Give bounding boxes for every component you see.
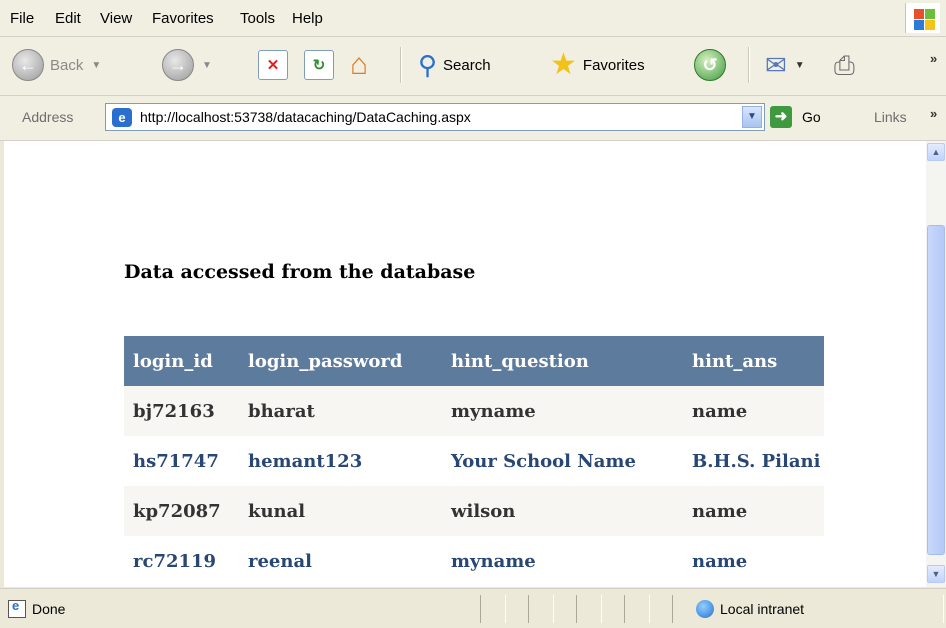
cell-hint-question: Your School Name — [442, 436, 683, 486]
column-header-login-id: login_id — [124, 336, 239, 386]
print-button[interactable]: ⎙ — [834, 45, 855, 85]
mail-icon: ✉ — [765, 50, 787, 80]
search-label: Search — [443, 56, 491, 74]
refresh-icon: ↻ — [304, 50, 334, 80]
table-row: hs71747 hemant123 Your School Name B.H.S… — [124, 436, 824, 486]
security-zone: Local intranet — [696, 600, 804, 618]
address-bar: Address e http://localhost:53738/datacac… — [0, 96, 946, 141]
cell-hint-question: wilson — [442, 486, 683, 536]
back-label: Back — [50, 56, 84, 74]
cell-login-password: hemant123 — [239, 436, 442, 486]
intranet-globe-icon — [696, 600, 714, 618]
home-button[interactable]: ⌂ — [350, 45, 368, 85]
table-row: kp72087 kunal wilson name — [124, 486, 824, 536]
grid-header-row: login_id login_password hint_question hi… — [124, 336, 824, 386]
cell-hint-ans: name — [683, 386, 824, 436]
cell-hint-question: myname — [442, 536, 683, 586]
page-content: Data accessed from the database login_id… — [4, 141, 926, 587]
mail-dropdown-icon[interactable]: ▼ — [795, 60, 805, 71]
stop-icon: ✕ — [258, 50, 288, 80]
go-arrow-icon: ➜ — [770, 106, 792, 128]
ie-page-icon: e — [112, 108, 132, 127]
menu-file[interactable]: File — [10, 10, 34, 27]
forward-dropdown-icon[interactable]: ▼ — [202, 60, 212, 71]
status-done: Done — [8, 598, 66, 618]
history-button[interactable]: ↺ — [694, 45, 726, 85]
cell-login-id: rc72119 — [124, 536, 239, 586]
column-header-login-password: login_password — [239, 336, 442, 386]
magnifier-icon: ⚲ — [418, 50, 438, 80]
zone-text: Local intranet — [720, 601, 805, 617]
cell-hint-ans: name — [683, 536, 824, 586]
address-dropdown-icon[interactable]: ▼ — [742, 106, 762, 128]
search-button[interactable]: ⚲ Search — [418, 45, 491, 85]
address-url: http://localhost:53738/datacaching/DataC… — [140, 109, 471, 125]
cell-login-password: kunal — [239, 486, 442, 536]
scroll-down-icon[interactable]: ▼ — [927, 565, 945, 583]
windows-logo-icon — [905, 3, 940, 33]
favorites-label: Favorites — [582, 56, 645, 74]
cell-hint-question: myname — [442, 386, 683, 436]
cell-login-id: kp72087 — [124, 486, 239, 536]
toolbar-overflow-icon[interactable]: » — [930, 51, 937, 66]
cell-login-id: bj72163 — [124, 386, 239, 436]
favorites-button[interactable]: ★ Favorites — [550, 45, 645, 85]
cell-login-password: bharat — [239, 386, 442, 436]
page-heading: Data accessed from the database — [124, 261, 476, 283]
address-input[interactable]: e http://localhost:53738/datacaching/Dat… — [105, 103, 765, 131]
page-status-icon — [8, 598, 26, 618]
address-label: Address — [22, 109, 74, 125]
table-row: rc72119 reenal myname name — [124, 536, 824, 586]
links-overflow-icon[interactable]: » — [930, 106, 937, 121]
menu-help[interactable]: Help — [292, 10, 323, 27]
back-dropdown-icon[interactable]: ▼ — [91, 60, 101, 71]
back-button[interactable]: ← Back ▼ — [12, 45, 101, 85]
links-button[interactable]: Links — [874, 109, 907, 125]
cell-login-id: hs71747 — [124, 436, 239, 486]
home-icon: ⌂ — [350, 48, 369, 81]
menu-bar: File Edit View Favorites Tools Help — [0, 0, 946, 37]
stop-button[interactable]: ✕ — [258, 45, 288, 85]
menu-tools[interactable]: Tools — [240, 10, 275, 27]
scroll-thumb[interactable] — [927, 225, 945, 555]
status-bar: Done Local intranet — [0, 588, 946, 628]
cell-hint-ans: name — [683, 486, 824, 536]
menu-favorites[interactable]: Favorites — [152, 10, 214, 27]
status-text: Done — [32, 601, 66, 617]
mail-button[interactable]: ✉ ▼ — [765, 45, 805, 85]
back-arrow-icon: ← — [12, 49, 44, 81]
table-row: bj72163 bharat myname name — [124, 386, 824, 436]
go-button[interactable]: ➜ Go — [770, 106, 821, 128]
scroll-up-icon[interactable]: ▲ — [927, 143, 945, 161]
menu-view[interactable]: View — [100, 10, 132, 27]
vertical-scrollbar[interactable]: ▲ ▼ — [926, 141, 946, 587]
go-label: Go — [802, 109, 821, 125]
star-icon: ★ — [550, 48, 577, 81]
forward-button[interactable]: → ▼ — [162, 45, 212, 85]
history-icon: ↺ — [694, 49, 726, 81]
data-grid: login_id login_password hint_question hi… — [124, 336, 824, 586]
forward-arrow-icon: → — [162, 49, 194, 81]
cell-login-password: reenal — [239, 536, 442, 586]
menu-edit[interactable]: Edit — [55, 10, 81, 27]
refresh-button[interactable]: ↻ — [304, 45, 334, 85]
column-header-hint-question: hint_question — [442, 336, 683, 386]
printer-icon: ⎙ — [834, 50, 855, 80]
standard-toolbar: ← Back ▼ → ▼ ✕ ↻ ⌂ ⚲ Search ★ Favorites … — [0, 37, 946, 96]
cell-hint-ans: B.H.S. Pilani — [683, 436, 824, 486]
column-header-hint-ans: hint_ans — [683, 336, 824, 386]
